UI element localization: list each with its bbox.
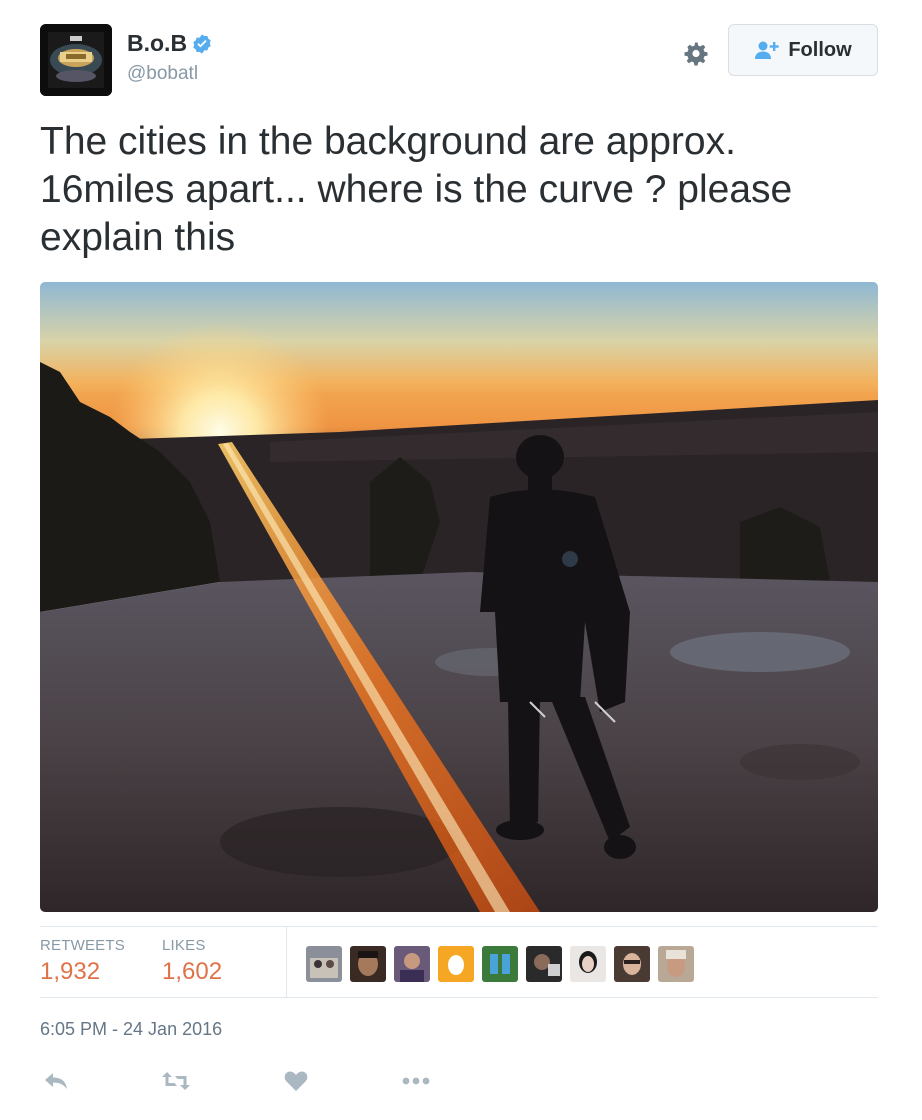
like-icon bbox=[284, 1071, 308, 1091]
tweet-timestamp[interactable]: 6:05 PM - 24 Jan 2016 bbox=[40, 1019, 222, 1040]
liker-avatar[interactable] bbox=[394, 946, 430, 982]
liker-avatar[interactable] bbox=[614, 946, 650, 982]
avatar[interactable] bbox=[40, 24, 112, 96]
like-button[interactable] bbox=[280, 1066, 312, 1096]
retweet-button[interactable] bbox=[160, 1066, 192, 1096]
likes-count: 1,602 bbox=[162, 958, 223, 985]
liker-avatar[interactable] bbox=[570, 946, 606, 982]
tweet-photo[interactable] bbox=[40, 282, 878, 912]
reply-icon bbox=[45, 1073, 67, 1089]
retweets-label: RETWEETS bbox=[40, 937, 125, 954]
add-user-icon bbox=[755, 41, 780, 59]
retweets-stat[interactable]: RETWEETS 1,932 bbox=[40, 937, 125, 986]
likes-label: LIKES bbox=[162, 937, 206, 954]
user-name[interactable]: B.o.B bbox=[127, 30, 187, 57]
liker-avatar[interactable] bbox=[482, 946, 518, 982]
reply-button[interactable] bbox=[40, 1066, 72, 1096]
follow-button[interactable]: Follow bbox=[728, 24, 878, 76]
follow-label: Follow bbox=[788, 38, 852, 61]
liker-avatar[interactable] bbox=[438, 946, 474, 982]
retweet-icon bbox=[162, 1072, 190, 1090]
tweet-text: The cities in the background are approx.… bbox=[40, 120, 793, 259]
likers-avatars bbox=[306, 946, 694, 982]
likes-stat[interactable]: LIKES 1,602 bbox=[162, 937, 222, 986]
display-name[interactable]: B.o.B bbox=[127, 30, 213, 57]
verified-badge-icon bbox=[193, 33, 211, 54]
liker-avatar[interactable] bbox=[306, 946, 342, 982]
tweet-stats: RETWEETS 1,932 LIKES 1,602 bbox=[40, 926, 878, 998]
tweet-card: B.o.B @bobatl Follow The cities in the b… bbox=[0, 0, 922, 1120]
liker-avatar[interactable] bbox=[350, 946, 386, 982]
tweet-actions bbox=[40, 1066, 540, 1096]
liker-avatar[interactable] bbox=[526, 946, 562, 982]
more-button[interactable] bbox=[400, 1066, 432, 1096]
more-icon bbox=[402, 1077, 430, 1085]
retweets-count: 1,932 bbox=[40, 958, 101, 985]
stats-divider bbox=[286, 927, 287, 997]
gear-icon[interactable] bbox=[679, 36, 713, 70]
liker-avatar[interactable] bbox=[658, 946, 694, 982]
user-handle[interactable]: @bobatl bbox=[127, 63, 198, 85]
